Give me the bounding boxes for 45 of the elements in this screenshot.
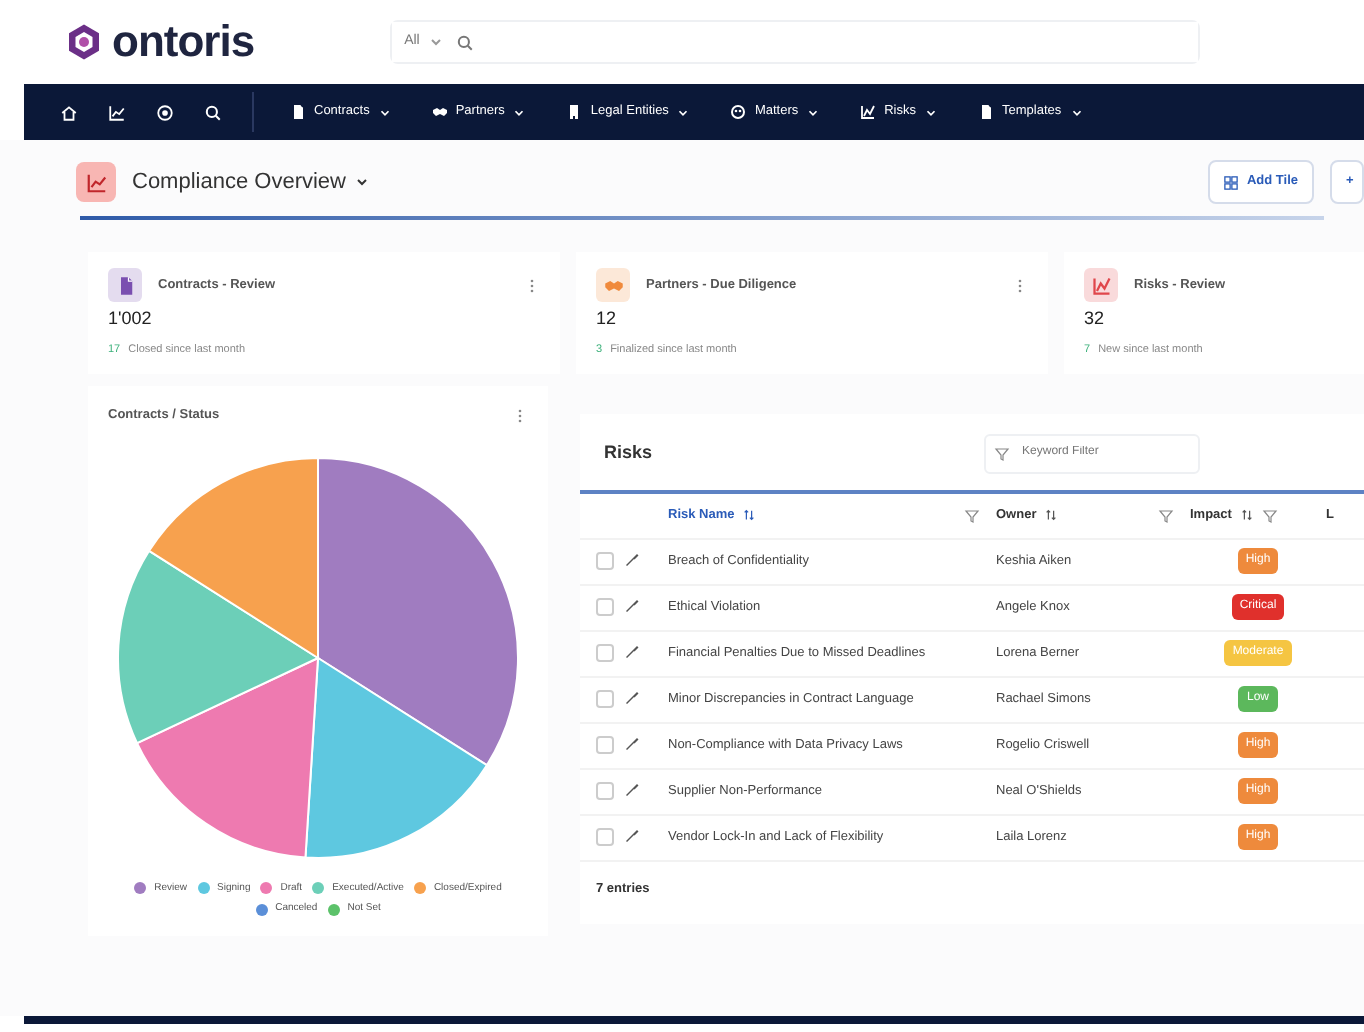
chart-icon [860,104,877,120]
chevron-icon [924,105,938,119]
sort-icon[interactable] [1239,508,1254,523]
tile-value: 1'002 [108,306,154,332]
panel-title: Risks [602,440,653,466]
filter-icon[interactable] [1261,507,1278,524]
chart-icon [1091,275,1111,295]
document-icon [290,104,306,120]
tile-value: 32 [1084,306,1107,332]
document-icon [115,275,135,295]
people-icon [730,104,747,120]
filter-icon[interactable] [964,507,980,524]
chevron-icon [427,34,444,50]
handshake-icon [603,275,623,295]
target-icon[interactable] [155,103,173,121]
search-icon [455,33,474,51]
chevron-icon [1069,105,1084,119]
dashboard-selector[interactable]: Compliance Overview [132,165,370,199]
filter-icon[interactable] [1158,507,1174,524]
grid-icon [1224,175,1239,189]
logo-text: ontoris [112,20,255,64]
chevron-icon [806,105,821,119]
chart-icon[interactable] [107,103,125,121]
row-checkbox[interactable] [596,828,614,847]
row-checkbox[interactable] [596,736,614,755]
row-checkbox[interactable] [596,690,614,709]
filter-icon [994,445,1011,462]
handshake-icon [431,104,448,120]
document-icon [978,104,994,120]
tile-value: 12 [596,306,619,332]
chart-icon [85,171,107,193]
chevron-icon [353,174,370,190]
sort-icon[interactable] [1044,508,1059,523]
chevron-icon [377,105,392,119]
row-checkbox[interactable] [596,782,614,801]
logo-icon [64,22,104,62]
chevron-icon [512,105,527,119]
building-icon [566,104,583,120]
row-checkbox[interactable] [596,644,614,663]
chevron-icon [676,105,691,119]
sort-icon[interactable] [742,508,757,523]
home-icon[interactable] [59,103,77,121]
row-checkbox[interactable] [596,598,614,617]
search-icon[interactable] [203,103,221,121]
row-checkbox[interactable] [596,552,614,571]
